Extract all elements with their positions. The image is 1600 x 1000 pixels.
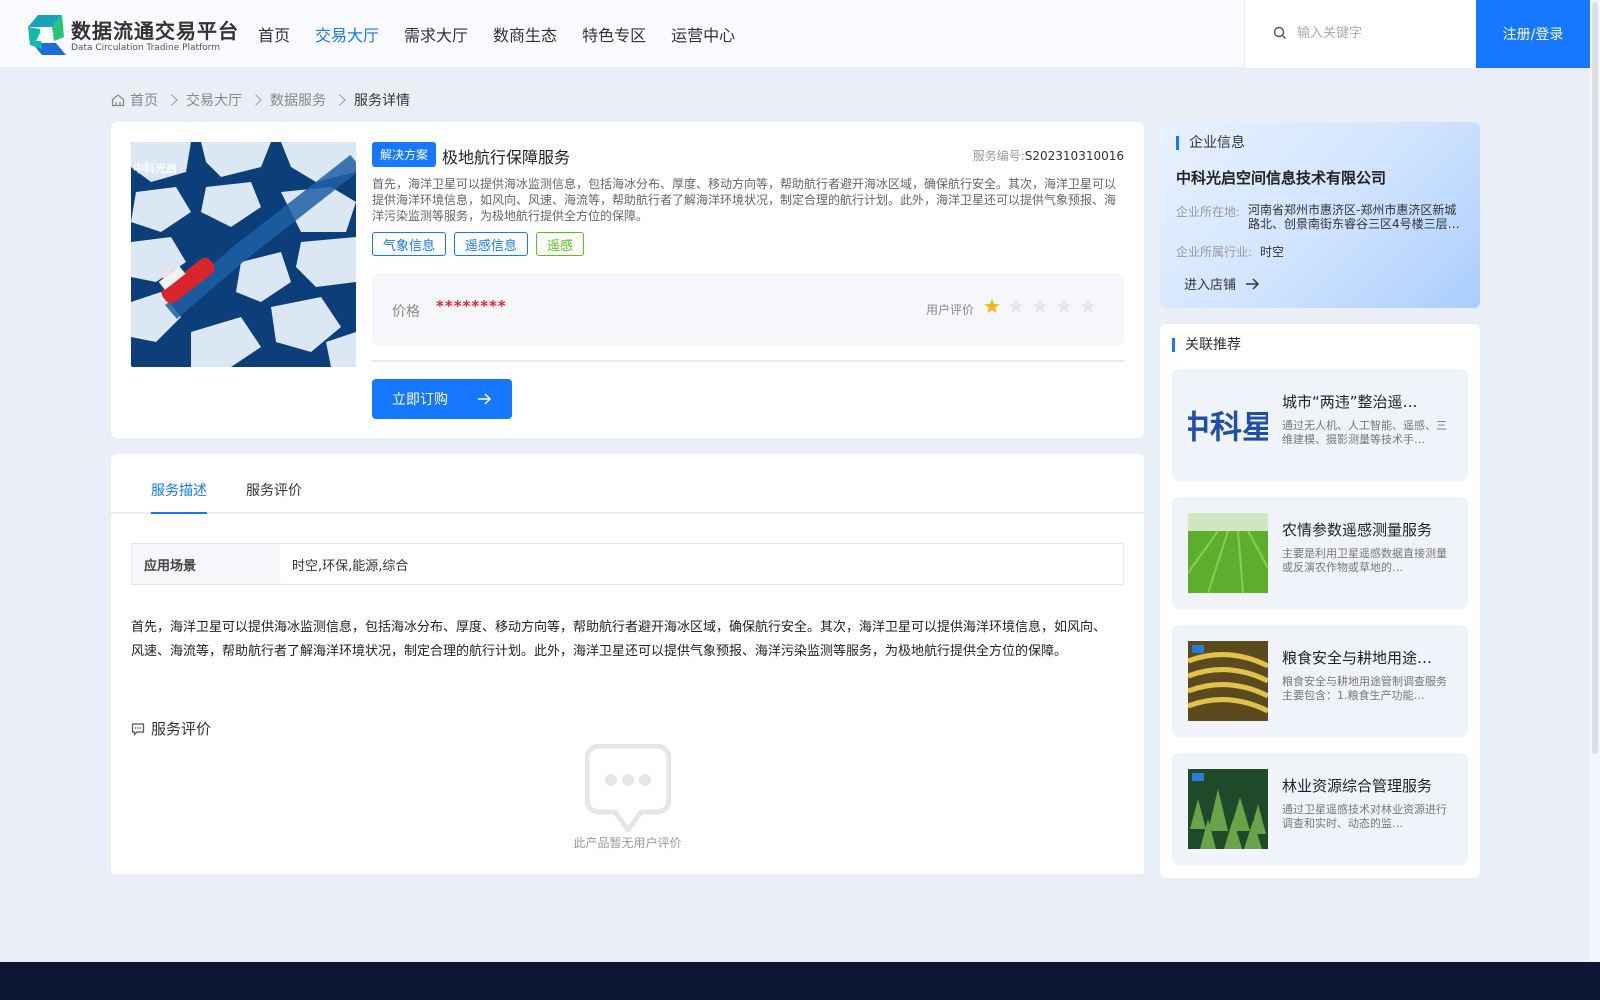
recommend-desc: 主要是利用卫星遥感数据直接测量或反演农作物或草地的… (1282, 547, 1447, 574)
company-industry-row: 企业所属行业: 时空 (1176, 243, 1284, 260)
price-box: 价格 ******** 用户评价 (372, 273, 1124, 345)
enter-store-label: 进入店铺 (1184, 278, 1237, 293)
tag-remote-sensing[interactable]: 遥感 (536, 232, 585, 256)
company-name: 中科光启空间信息技术有限公司 (1176, 169, 1387, 187)
tag-list: 气象信息 遥感信息 遥感 (372, 232, 592, 256)
rating-stars[interactable] (984, 298, 1104, 314)
page-scrollbar[interactable] (1590, 0, 1600, 962)
brand-title: 数据流通交易平台 (71, 19, 239, 43)
recommend-desc: 通过无人机、人工智能、遥感、三维建模、摄影测量等技术手… (1282, 419, 1447, 446)
location-label: 企业所在地: (1176, 205, 1241, 219)
company-section-title: 企业信息 (1176, 136, 1245, 150)
recommend-desc: 通过卫星遥感技术对林业资源进行调查和实时、动态的监… (1282, 803, 1447, 830)
recommend-name: 城市“两违”整治遥… (1282, 393, 1418, 411)
chevron-right-icon (166, 94, 178, 106)
recommend-name: 农情参数遥感测量服务 (1282, 521, 1433, 539)
tag-weather-info[interactable]: 气象信息 (372, 232, 447, 256)
comment-icon (131, 722, 145, 736)
home-icon (111, 94, 125, 107)
reviews-heading: 服务评价 (131, 718, 211, 739)
arrow-right-icon (1246, 277, 1260, 290)
recommend-name: 粮食安全与耕地用途… (1282, 649, 1433, 667)
tab-service-reviews[interactable]: 服务评价 (246, 480, 302, 512)
industry-value: 时空 (1260, 245, 1285, 259)
scene-value: 时空,环保,能源,综合 (292, 558, 409, 574)
divider (372, 360, 1124, 362)
product-summary: 首先，海洋卫星可以提供海冰监测信息，包括海冰分布、厚度、移动方向等，帮助航行者避… (372, 177, 1117, 223)
recommend-desc: 粮食安全与耕地用途管制调查服务主要包含：1.粮食生产功能… (1282, 675, 1447, 702)
nav-featured[interactable]: 特色专区 (582, 22, 646, 46)
star-icon[interactable] (1080, 298, 1096, 314)
type-badge: 解决方案 (372, 142, 437, 167)
brand-logo[interactable]: 数据流通交易平台 Data Circulation Tradine Platfo… (28, 13, 238, 57)
arrow-right-icon (478, 393, 492, 405)
service-description-text: 首先，海洋卫星可以提供海冰监测信息，包括海冰分布、厚度、移动方向等，帮助航行者避… (131, 620, 1107, 659)
chevron-right-icon (250, 94, 262, 106)
star-icon[interactable] (1008, 298, 1024, 314)
star-icon[interactable] (984, 298, 1000, 314)
login-button[interactable]: 注册/登录 (1476, 0, 1590, 68)
main-nav: 首页 交易大厅 需求大厅 数商生态 特色专区 运营中心 (258, 22, 760, 46)
scrollbar-thumb[interactable] (1592, 2, 1598, 754)
recommend-card[interactable]: 粮食安全与耕地用途… 粮食安全与耕地用途管制调查服务主要包含：1.粮食生产功能… (1172, 625, 1468, 737)
service-id-value: S202310310016 (1024, 149, 1124, 163)
recommend-section-title: 关联推荐 (1172, 338, 1241, 352)
recommend-name: 林业资源综合管理服务 (1282, 777, 1433, 795)
enter-store-button[interactable]: 进入店铺 (1184, 274, 1260, 293)
buy-now-label: 立即订购 (392, 392, 448, 408)
search-box (1244, 0, 1476, 68)
nav-trading-hall[interactable]: 交易大厅 (315, 22, 379, 46)
breadcrumb-current: 服务详情 (354, 93, 410, 109)
rating-label: 用户评价 (926, 303, 975, 317)
reviews-heading-text: 服务评价 (151, 720, 212, 738)
search-input[interactable] (1297, 20, 1462, 46)
recommend-image-forest (1188, 769, 1268, 849)
chat-bubble-icon (585, 744, 671, 832)
star-icon[interactable] (1056, 298, 1072, 314)
recommend-card[interactable]: 中科星 城市“两违”整治遥… 通过无人机、人工智能、遥感、三维建模、摄影测量等技… (1172, 369, 1468, 481)
service-id: 服务编号:S202310310016 (973, 147, 1124, 164)
service-detail-panel: 服务描述 服务评价 应用场景 时空,环保,能源,综合 首先，海洋卫星可以提供海冰… (111, 454, 1144, 874)
buy-now-button[interactable]: 立即订购 (372, 379, 512, 419)
price-label: 价格 (392, 304, 420, 320)
breadcrumb-home[interactable]: 首页 (130, 90, 158, 110)
nav-home[interactable]: 首页 (258, 22, 290, 46)
recommend-image-terraces (1188, 641, 1268, 721)
tab-service-description[interactable]: 服务描述 (151, 480, 207, 514)
top-header: 数据流通交易平台 Data Circulation Tradine Platfo… (0, 0, 1590, 68)
related-recommendations-panel: 关联推荐 中科星 城市“两违”整治遥… 通过无人机、人工智能、遥感、三维建模、摄… (1160, 324, 1480, 878)
empty-reviews-text: 此产品暂无用户评价 (573, 836, 682, 850)
company-location-row: 企业所在地: 河南省郑州市惠济区-郑州市惠济区新城路北、创景南街东睿谷三区4号楼三… (1176, 203, 1466, 234)
image-watermark-text: 中科光启 (133, 162, 177, 175)
star-icon[interactable] (1032, 298, 1048, 314)
product-summary-panel: 中科光启 解决方案 极地航行保障服务 服务编号:S202310310016 首先… (111, 122, 1144, 438)
recommend-image-logo: 中科星 (1188, 385, 1268, 465)
service-id-label: 服务编号: (972, 149, 1025, 163)
recommend-card[interactable]: 农情参数遥感测量服务 主要是利用卫星遥感数据直接测量或反演农作物或草地的… (1172, 497, 1468, 609)
location-value: 河南省郑州市惠济区-郑州市惠济区新城路北、创景南街东睿谷三区4号楼三层… (1248, 203, 1460, 231)
price-value: ******** (436, 297, 507, 315)
logo-mark-icon (28, 15, 66, 55)
brand-subtitle: Data Circulation Tradine Platform (71, 43, 221, 53)
product-image: 中科光启 (131, 142, 356, 367)
chevron-right-icon (334, 94, 346, 106)
nav-operations[interactable]: 运营中心 (671, 22, 735, 46)
scene-key: 应用场景 (132, 544, 280, 584)
page-footer (0, 962, 1600, 1000)
recommend-image-farmland (1188, 513, 1268, 593)
nav-ecosystem[interactable]: 数商生态 (493, 22, 557, 46)
breadcrumb: 首页 交易大厅 数据服务 服务详情 (111, 90, 410, 110)
breadcrumb-trading-hall[interactable]: 交易大厅 (186, 90, 242, 110)
breadcrumb-data-service[interactable]: 数据服务 (270, 90, 326, 110)
search-icon (1273, 26, 1286, 39)
company-info-panel: 企业信息 中科光启空间信息技术有限公司 企业所在地: 河南省郑州市惠济区-郑州市惠… (1160, 122, 1480, 308)
nav-demand-hall[interactable]: 需求大厅 (404, 22, 468, 46)
detail-tabs: 服务描述 服务评价 (111, 454, 1144, 514)
recommend-card[interactable]: 林业资源综合管理服务 通过卫星遥感技术对林业资源进行调查和实时、动态的监… (1172, 753, 1468, 865)
tag-remote-sensing-info[interactable]: 遥感信息 (454, 232, 529, 256)
recommend-logo-text: 中科星 (1188, 408, 1268, 446)
industry-label: 企业所属行业: (1176, 245, 1253, 259)
product-title: 极地航行保障服务 (442, 148, 571, 167)
application-scene-row: 应用场景 时空,环保,能源,综合 (131, 543, 1124, 585)
